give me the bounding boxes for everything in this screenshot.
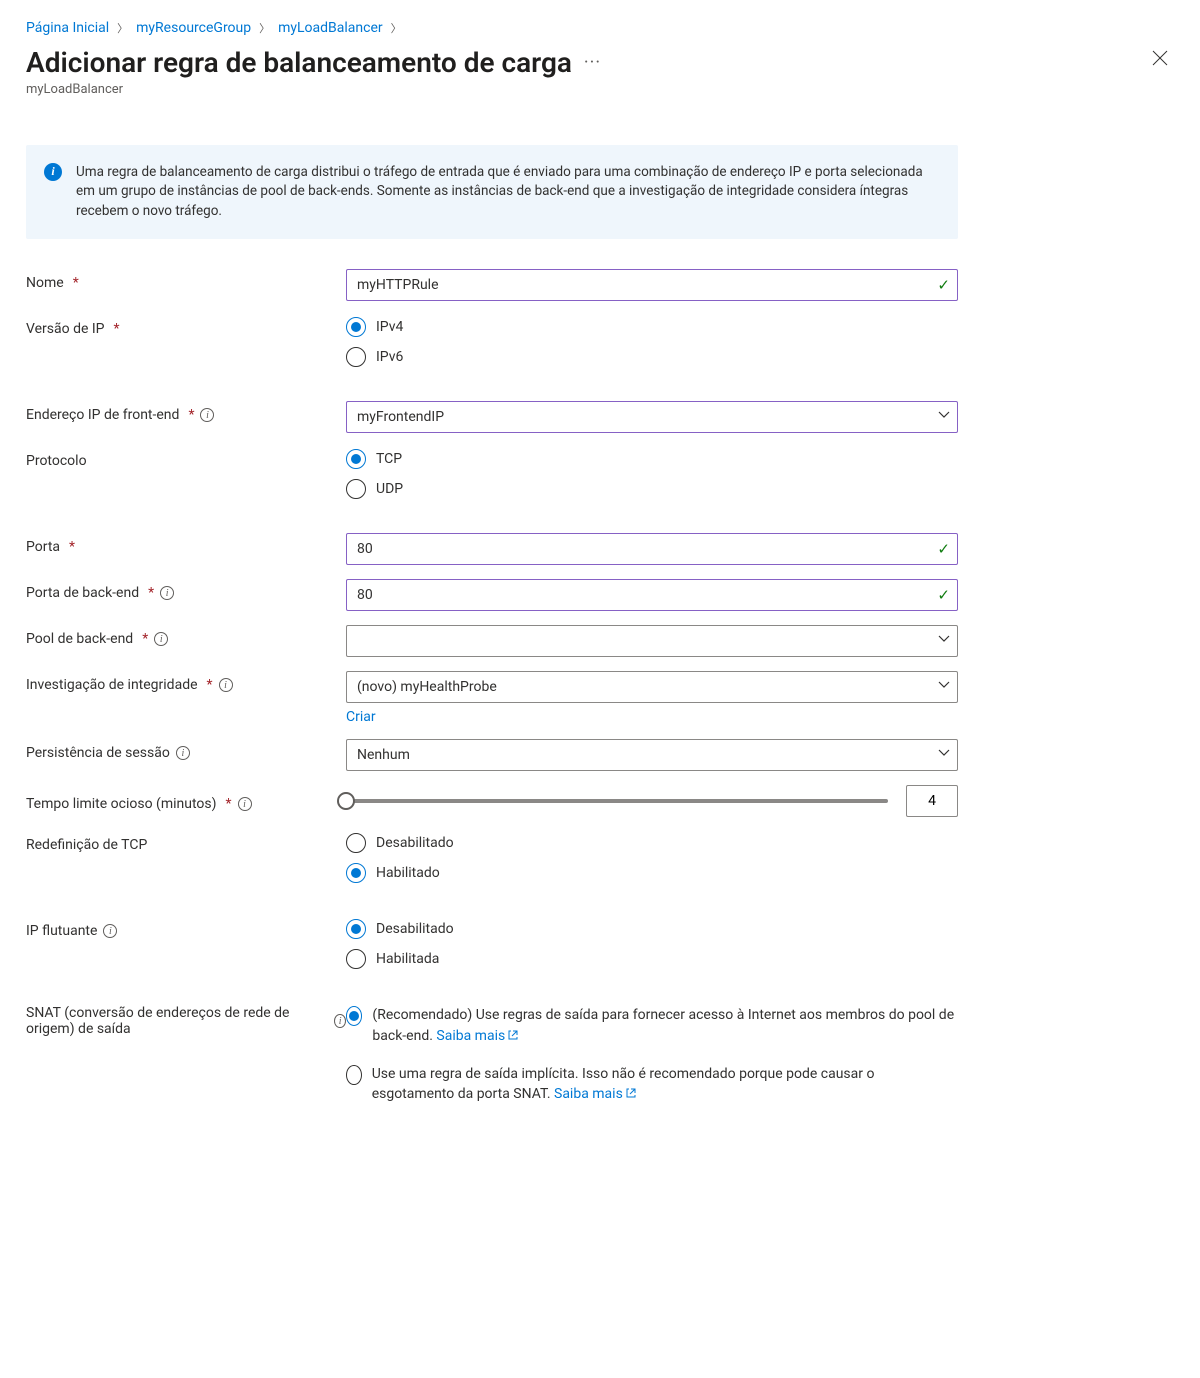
external-link-icon	[507, 1026, 519, 1046]
breadcrumb-resource-group[interactable]: myResourceGroup	[136, 20, 251, 36]
external-link-icon	[625, 1084, 637, 1104]
info-hint-icon[interactable]: i	[238, 797, 252, 811]
create-health-probe-link[interactable]: Criar	[346, 709, 376, 725]
info-hint-icon[interactable]: i	[160, 586, 174, 600]
info-hint-icon[interactable]: i	[154, 632, 168, 646]
backend-port-input[interactable]	[346, 579, 958, 611]
radio-tcp-reset-disabled[interactable]: Desabilitado	[346, 833, 958, 853]
label-frontend-ip: Endereço IP de front-end* i	[26, 401, 346, 423]
page-title: Adicionar regra de balanceamento de carg…	[26, 46, 572, 80]
backend-pool-select[interactable]	[346, 625, 958, 657]
label-health-probe: Investigação de integridade* i	[26, 671, 346, 693]
info-hint-icon[interactable]: i	[103, 924, 117, 938]
label-tcp-reset: Redefinição de TCP	[26, 831, 346, 853]
chevron-right-icon: 〉	[257, 20, 272, 36]
port-input[interactable]	[346, 533, 958, 565]
page-subtitle: myLoadBalancer	[26, 82, 1174, 97]
label-session-persistence: Persistência de sessão i	[26, 739, 346, 761]
breadcrumb-home[interactable]: Página Inicial	[26, 20, 109, 36]
radio-tcp-reset-enabled[interactable]: Habilitado	[346, 863, 958, 883]
label-outbound-snat: SNAT (conversão de endereços de rede de …	[26, 1003, 346, 1037]
close-icon	[1152, 50, 1168, 66]
idle-timeout-value[interactable]	[906, 785, 958, 817]
label-idle-timeout: Tempo limite ocioso (minutos)* i	[26, 790, 346, 812]
label-floating-ip: IP flutuante i	[26, 917, 346, 939]
label-port: Porta*	[26, 533, 346, 555]
chevron-right-icon: 〉	[389, 20, 404, 36]
info-hint-icon[interactable]: i	[219, 678, 233, 692]
info-box: i Uma regra de balanceamento de carga di…	[26, 145, 958, 240]
breadcrumb-load-balancer[interactable]: myLoadBalancer	[278, 20, 383, 36]
info-icon: i	[44, 163, 62, 181]
radio-snat-recommended[interactable]: (Recomendado) Use regras de saída para f…	[346, 1005, 958, 1046]
slider-thumb[interactable]	[337, 792, 355, 810]
info-hint-icon[interactable]: i	[334, 1014, 346, 1028]
health-probe-select[interactable]: (novo) myHealthProbe	[346, 671, 958, 703]
info-text: Uma regra de balanceamento de carga dist…	[76, 163, 938, 222]
label-backend-pool: Pool de back-end* i	[26, 625, 346, 647]
learn-more-link[interactable]: Saiba mais	[554, 1086, 637, 1102]
radio-floating-ip-disabled[interactable]: Desabilitado	[346, 919, 958, 939]
idle-timeout-slider[interactable]	[346, 799, 888, 803]
radio-floating-ip-enabled[interactable]: Habilitada	[346, 949, 958, 969]
label-ip-version: Versão de IP*	[26, 315, 346, 337]
learn-more-link[interactable]: Saiba mais	[436, 1028, 519, 1044]
radio-ipv6[interactable]: IPv6	[346, 347, 958, 367]
frontend-ip-select[interactable]: myFrontendIP	[346, 401, 958, 433]
label-name: Nome*	[26, 269, 346, 291]
info-hint-icon[interactable]: i	[200, 408, 214, 422]
close-button[interactable]	[1146, 46, 1174, 74]
name-input[interactable]	[346, 269, 958, 301]
chevron-right-icon: 〉	[115, 20, 130, 36]
radio-udp[interactable]: UDP	[346, 479, 958, 499]
radio-ipv4[interactable]: IPv4	[346, 317, 958, 337]
radio-tcp[interactable]: TCP	[346, 449, 958, 469]
breadcrumb: Página Inicial 〉 myResourceGroup 〉 myLoa…	[26, 20, 1174, 36]
session-persistence-select[interactable]: Nenhum	[346, 739, 958, 771]
more-icon[interactable]: ···	[584, 52, 601, 73]
radio-snat-implicit[interactable]: Use uma regra de saída implícita. Isso n…	[346, 1064, 958, 1105]
label-backend-port: Porta de back-end* i	[26, 579, 346, 601]
label-protocol: Protocolo	[26, 447, 346, 469]
info-hint-icon[interactable]: i	[176, 746, 190, 760]
